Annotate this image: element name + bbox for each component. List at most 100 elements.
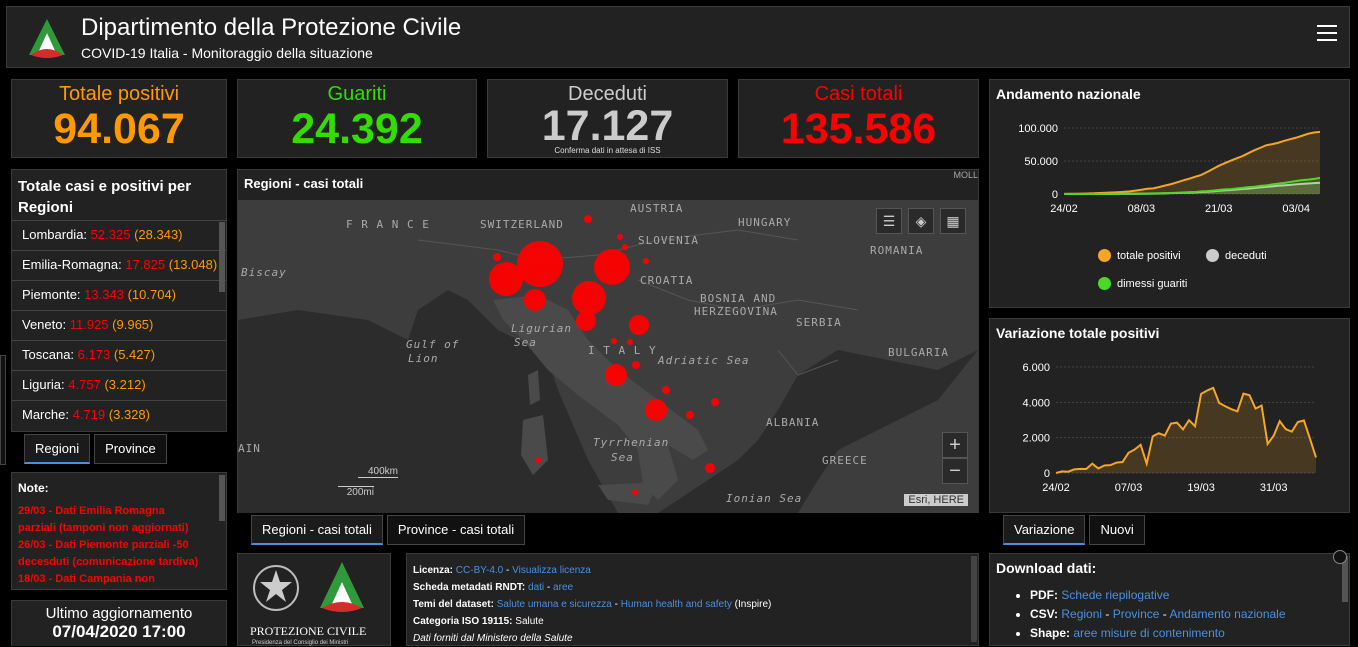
basemap-gallery-icon[interactable]: ▦ bbox=[940, 208, 966, 234]
note-line: 18/03 - Dati Campania non bbox=[18, 573, 155, 585]
region-positive: 10.704 bbox=[131, 287, 172, 302]
kpi-label: Guariti bbox=[327, 83, 387, 105]
region-positive: 3.328 bbox=[113, 407, 146, 422]
region-name: Veneto: bbox=[22, 317, 67, 332]
zoom-in-button[interactable]: + bbox=[942, 432, 968, 458]
layers-icon[interactable]: ◈ bbox=[908, 208, 934, 234]
kpi-deceduti: Deceduti 17.127 Conferma dati in attesa … bbox=[487, 79, 728, 158]
tab-variazione[interactable]: Variazione bbox=[1003, 515, 1086, 545]
region-row[interactable]: Lombardia: 52.325 (28.343) bbox=[12, 220, 226, 250]
region-bubble[interactable] bbox=[643, 258, 649, 264]
region-bubble[interactable] bbox=[572, 281, 606, 315]
link-schede-riepilogative[interactable]: Schede riepilogative bbox=[1061, 588, 1169, 602]
iso-key: Categoria ISO 19115: bbox=[413, 616, 513, 627]
link-csv-regioni[interactable]: Regioni bbox=[1061, 607, 1102, 621]
legend-label: dimessi guariti bbox=[1117, 277, 1188, 290]
region-bubble[interactable] bbox=[645, 399, 667, 421]
link-csv-andamento[interactable]: Andamento nazionale bbox=[1169, 607, 1285, 621]
sep: - bbox=[1159, 607, 1170, 621]
link-dati[interactable]: dati bbox=[528, 582, 544, 593]
expand-icon[interactable] bbox=[1333, 550, 1347, 564]
legend-item[interactable]: dimessi guariti bbox=[1098, 277, 1187, 290]
legend-item[interactable]: deceduti bbox=[1206, 249, 1267, 262]
region-positive: 3.212 bbox=[108, 377, 142, 392]
legend-list-icon[interactable]: ☰ bbox=[876, 208, 902, 234]
region-bubble[interactable] bbox=[632, 361, 640, 369]
region-bubble[interactable] bbox=[584, 215, 592, 223]
data-source-text: Dati forniti dal Ministero della Salute bbox=[413, 633, 573, 644]
region-positive: 5.427 bbox=[118, 347, 151, 362]
legend-dot bbox=[1098, 249, 1111, 262]
chart-national-plot[interactable]: 100.000 50.000 0 24/02 08/03 21/03 03/04 bbox=[990, 108, 1349, 238]
region-bubble[interactable] bbox=[622, 244, 628, 250]
zoom-out-button[interactable]: − bbox=[942, 458, 968, 484]
region-bubble[interactable] bbox=[611, 338, 617, 344]
map-canvas[interactable]: F R A N C E SWITZERLAND AUSTRIA HUNGARY SLOV… bbox=[238, 200, 978, 513]
hamburger-menu-icon[interactable] bbox=[1317, 25, 1337, 43]
region-bubble[interactable] bbox=[662, 386, 670, 394]
kpi-totale-positivi: Totale positivi 94.067 bbox=[11, 79, 227, 158]
scale-mi: 200mi bbox=[338, 486, 374, 498]
region-bubble[interactable] bbox=[524, 289, 546, 311]
region-row[interactable]: Toscana: 6.173 (5.427) bbox=[12, 340, 226, 370]
link-shape-aree[interactable]: aree misure di contenimento bbox=[1073, 626, 1224, 640]
download-pdf-item: PDF: Schede riepilogative bbox=[1030, 586, 1349, 605]
link-human-health[interactable]: Human health and safety bbox=[621, 599, 732, 610]
chart-variation-plot[interactable]: 6.000 4.000 2.000 0 24/02 07/03 19/03 31/03 bbox=[990, 347, 1349, 505]
region-name: Marche: bbox=[22, 407, 69, 422]
y-tick-label: 100.000 bbox=[1018, 123, 1058, 135]
region-bubble[interactable] bbox=[517, 241, 563, 287]
region-bubble[interactable] bbox=[705, 463, 715, 473]
tab-province[interactable]: Province bbox=[94, 434, 167, 464]
link-csv-province[interactable]: Province bbox=[1113, 607, 1160, 621]
region-row[interactable]: Emilia-Romagna: 17.825 (13.048) bbox=[12, 250, 226, 280]
link-visualizza-licenza[interactable]: Visualizza licenza bbox=[512, 565, 591, 576]
region-row[interactable]: Piemonte: 13.343 (10.704) bbox=[12, 280, 226, 310]
license-scrollbar[interactable] bbox=[971, 556, 977, 642]
region-bubble[interactable] bbox=[576, 311, 596, 331]
notes-scrollbar[interactable] bbox=[219, 475, 225, 521]
region-name: Piemonte: bbox=[22, 287, 81, 302]
notes-title: Note: bbox=[18, 481, 49, 495]
legend-dot bbox=[1206, 249, 1219, 262]
regions-list-scrollbar[interactable] bbox=[219, 222, 225, 292]
region-bubble[interactable] bbox=[711, 398, 719, 406]
x-tick-label: 24/02 bbox=[1042, 482, 1070, 494]
region-bubble[interactable] bbox=[605, 364, 627, 386]
tab-regioni[interactable]: Regioni bbox=[24, 434, 91, 464]
kpi-label: Casi totali bbox=[814, 83, 903, 105]
download-csv-item: CSV: Regioni - Province - Andamento nazi… bbox=[1030, 605, 1349, 624]
region-name: Liguria: bbox=[22, 377, 65, 392]
regions-list-title: Totale casi e positivi per Regioni bbox=[18, 178, 192, 216]
logo-name: PROTEZIONE CIVILE bbox=[250, 624, 367, 638]
region-row[interactable]: Marche: 4.719 (3.328) bbox=[12, 400, 226, 430]
note-line: 29/03 - Dati Emilia Romagna bbox=[18, 505, 165, 517]
region-bubble[interactable] bbox=[535, 457, 541, 463]
tab-regioni-casi-totali[interactable]: Regioni - casi totali bbox=[251, 515, 383, 545]
map-title: Regioni - casi totali bbox=[244, 176, 364, 191]
note-line: 26/03 - Dati Piemonte parziali -50 bbox=[18, 539, 189, 551]
license-key: Licenza: bbox=[413, 565, 454, 576]
region-bubble[interactable] bbox=[629, 315, 649, 335]
region-bubble[interactable] bbox=[617, 234, 623, 240]
region-row[interactable]: Liguria: 4.757 (3.212) bbox=[12, 370, 226, 400]
region-bubble[interactable] bbox=[627, 339, 633, 345]
last-update-value: 07/04/2020 17:00 bbox=[52, 622, 186, 641]
map-bubbles[interactable] bbox=[238, 200, 978, 513]
region-name: Toscana: bbox=[22, 347, 75, 362]
legend-item[interactable]: totale positivi bbox=[1098, 249, 1181, 262]
region-row[interactable]: Veneto: 11.925 (9.965) bbox=[12, 310, 226, 340]
region-bubble[interactable] bbox=[493, 253, 501, 261]
region-bubble[interactable] bbox=[489, 262, 523, 296]
link-salute-umana[interactable]: Salute umana e sicurezza bbox=[497, 599, 612, 610]
region-total: 17.825 bbox=[125, 257, 166, 272]
link-aree[interactable]: aree bbox=[553, 582, 573, 593]
region-bubble[interactable] bbox=[594, 249, 630, 285]
legend-label: deceduti bbox=[1225, 249, 1267, 262]
tab-nuovi[interactable]: Nuovi bbox=[1089, 515, 1145, 545]
side-toggle[interactable] bbox=[0, 355, 6, 465]
tab-province-casi-totali[interactable]: Province - casi totali bbox=[386, 515, 526, 545]
region-bubble[interactable] bbox=[632, 489, 638, 495]
link-cc-by[interactable]: CC-BY-4.0 bbox=[456, 565, 503, 576]
region-bubble[interactable] bbox=[686, 411, 694, 419]
